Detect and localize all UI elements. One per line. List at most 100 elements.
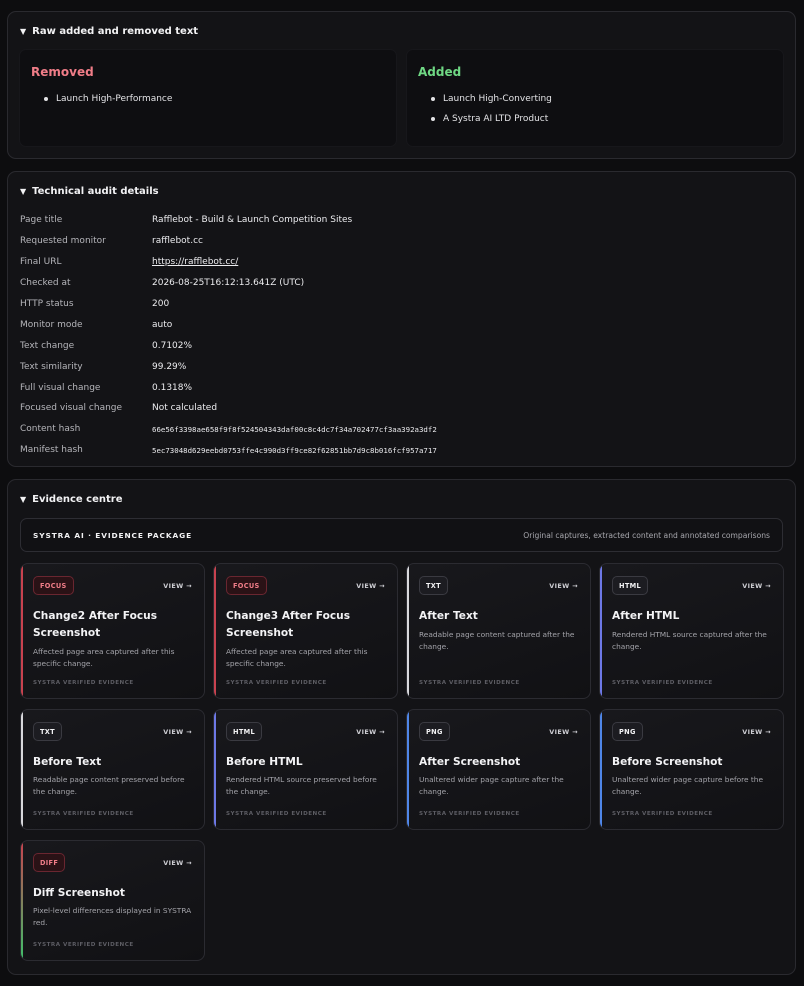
evidence-toggle[interactable]: ▼ Evidence centre (20, 494, 123, 505)
evidence-card[interactable]: FOCUS VIEW → Change3 After Focus Screensho… (213, 563, 398, 699)
audit-key: Text similarity (20, 361, 83, 372)
evidence-package-header: SYSTRA AI · EVIDENCE PACKAGE Original ca… (20, 518, 783, 552)
audit-value: Not calculated (152, 403, 218, 414)
evidence-panel: ▼ Evidence centre SYSTRA AI · EVIDENCE P… (7, 479, 796, 975)
card-type-badge: FOCUS (226, 576, 267, 595)
audit-toggle[interactable]: ▼ Technical audit details (20, 186, 159, 197)
evidence-card[interactable]: HTML VIEW → Before HTML Rendered HTML sourc… (213, 709, 398, 830)
card-title: After HTML (612, 610, 680, 622)
audit-row: Focused visual change Not calculated (20, 398, 437, 419)
card-description: Unaltered wider page capture before the … (612, 775, 764, 796)
card-title: Change3 After Focus Screenshot (226, 610, 351, 639)
added-list: Launch High-Converting A Systra AI LTD P… (431, 94, 552, 134)
evidence-card[interactable]: PNG VIEW → Before Screenshot Unaltered wide… (599, 709, 784, 830)
view-link[interactable]: VIEW → (163, 728, 192, 736)
card-footer-label: SYSTRA VERIFIED EVIDENCE (226, 680, 327, 686)
card-footer-label: SYSTRA VERIFIED EVIDENCE (33, 811, 134, 817)
view-link[interactable]: VIEW → (163, 859, 192, 867)
final-url-link[interactable]: https://rafflebot.cc/ (152, 257, 238, 267)
card-footer-label: SYSTRA VERIFIED EVIDENCE (419, 811, 520, 817)
card-description: Rendered HTML source captured after the … (612, 630, 767, 651)
card-footer-label: SYSTRA VERIFIED EVIDENCE (612, 811, 713, 817)
evidence-card[interactable]: HTML VIEW → After HTML Rendered HTML source… (599, 563, 784, 699)
card-footer-label: SYSTRA VERIFIED EVIDENCE (226, 811, 327, 817)
card-description: Affected page area captured after this s… (33, 647, 175, 668)
audit-row: HTTP status 200 (20, 294, 437, 315)
audit-row: Full visual change 0.1318% (20, 377, 437, 398)
audit-heading: Technical audit details (32, 186, 159, 197)
evidence-heading: Evidence centre (32, 494, 123, 505)
audit-value: rafflebot.cc (152, 236, 203, 247)
raw-text-toggle[interactable]: ▼ Raw added and removed text (20, 26, 198, 37)
card-accent-bar (214, 564, 216, 698)
view-link[interactable]: VIEW → (549, 728, 578, 736)
card-title: Before Screenshot (612, 756, 723, 768)
card-accent-bar (214, 710, 216, 829)
audit-panel: ▼ Technical audit details Page title Raff… (7, 171, 796, 467)
card-accent-bar (21, 841, 23, 960)
audit-row: Manifest hash 5ec73048d629eebd0753ffe4c99… (20, 440, 437, 461)
audit-row: Final URL https://rafflebot.cc/ (20, 252, 437, 273)
view-link[interactable]: VIEW → (356, 582, 385, 590)
audit-row: Text similarity 99.29% (20, 356, 437, 377)
view-link[interactable]: VIEW → (356, 728, 385, 736)
card-accent-bar (600, 564, 602, 698)
evidence-card[interactable]: TXT VIEW → After Text Readable page content… (406, 563, 591, 699)
card-title: Before Text (33, 756, 102, 768)
evidence-card[interactable]: DIFF VIEW → Diff Screenshot Pixel-level dif… (20, 840, 205, 961)
package-title: SYSTRA AI · EVIDENCE PACKAGE (33, 531, 193, 540)
card-accent-bar (407, 710, 409, 829)
card-footer-label: SYSTRA VERIFIED EVIDENCE (419, 680, 520, 686)
card-title: Diff Screenshot (33, 887, 125, 899)
audit-key: Monitor mode (20, 319, 83, 330)
audit-value: 99.29% (152, 361, 187, 372)
audit-key: Checked at (20, 278, 71, 289)
disclosure-triangle-icon: ▼ (20, 27, 27, 36)
content-hash-value: 66e56f3398ae658f9f8f524504343daf00c8c4dc… (152, 424, 437, 434)
audit-value: 2026-08-25T16:12:13.641Z (UTC) (152, 278, 305, 289)
audit-key: Manifest hash (20, 445, 83, 456)
audit-key: HTTP status (20, 299, 74, 309)
audit-value: 200 (152, 299, 170, 309)
disclosure-triangle-icon: ▼ (20, 187, 27, 196)
view-link[interactable]: VIEW → (549, 582, 578, 590)
audit-value: auto (152, 319, 173, 330)
audit-row: Content hash 66e56f3398ae658f9f8f52450434… (20, 419, 437, 440)
card-footer-label: SYSTRA VERIFIED EVIDENCE (33, 942, 134, 948)
card-description: Readable page content captured after the… (419, 630, 575, 651)
view-link[interactable]: VIEW → (742, 728, 771, 736)
audit-key: Full visual change (20, 382, 101, 393)
card-type-badge: HTML (226, 722, 262, 741)
card-description: Readable page content preserved before t… (33, 775, 185, 796)
audit-key: Text change (20, 340, 75, 351)
audit-row: Text change 0.7102% (20, 335, 437, 356)
card-type-badge: DIFF (33, 853, 66, 872)
card-description: Pixel-level differences displayed in SYS… (33, 906, 192, 927)
package-subtitle: Original captures, extracted content and… (523, 531, 770, 540)
list-item: Launch High-Converting (431, 94, 552, 114)
removed-title: Removed (31, 65, 94, 79)
raw-text-heading: Raw added and removed text (32, 26, 199, 37)
card-title: Before HTML (226, 756, 303, 768)
card-title: Change2 After Focus Screenshot (33, 610, 158, 639)
view-link[interactable]: VIEW → (163, 582, 192, 590)
card-description: Affected page area captured after this s… (226, 647, 368, 668)
list-item: Launch High-Performance (44, 94, 172, 114)
card-title: After Text (419, 610, 478, 622)
audit-key: Final URL (20, 257, 62, 268)
removed-list: Launch High-Performance (44, 94, 172, 114)
audit-value: 0.7102% (152, 340, 193, 351)
card-description: Rendered HTML source preserved before th… (226, 775, 377, 796)
audit-row: Page title Rafflebot - Build & Launch Com… (20, 210, 437, 231)
card-type-badge: FOCUS (33, 576, 74, 595)
evidence-card[interactable]: FOCUS VIEW → Change2 After Focus Screensho… (20, 563, 205, 699)
evidence-card[interactable]: TXT VIEW → Before Text Readable page conten… (20, 709, 205, 830)
audit-key: Page title (20, 215, 63, 226)
card-type-badge: TXT (33, 722, 62, 741)
view-link[interactable]: VIEW → (742, 582, 771, 590)
evidence-card[interactable]: PNG VIEW → After Screenshot Unaltered wider… (406, 709, 591, 830)
audit-row: Requested monitor rafflebot.cc (20, 231, 437, 252)
card-description: Unaltered wider page capture after the c… (419, 775, 564, 796)
raw-text-panel: ▼ Raw added and removed text Removed Lau… (7, 11, 796, 159)
card-footer-label: SYSTRA VERIFIED EVIDENCE (33, 680, 134, 686)
